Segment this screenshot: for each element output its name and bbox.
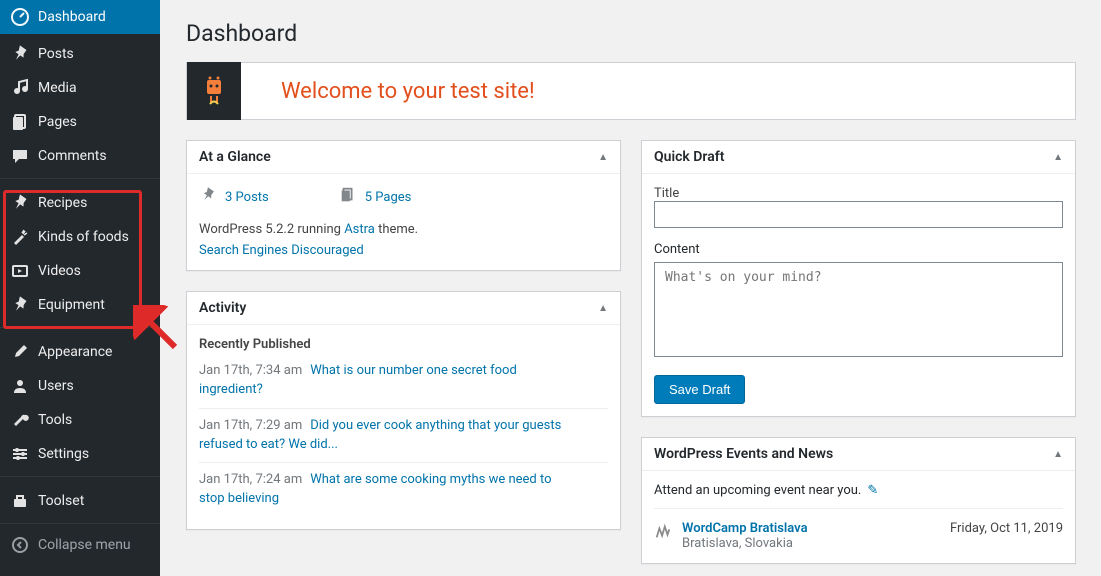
sidebar-item-label: Posts xyxy=(38,46,74,62)
widget-title: Activity xyxy=(199,300,246,316)
sidebar-item-toolset[interactable]: Toolset xyxy=(0,484,160,518)
sidebar-item-kinds-of-foods[interactable]: Kinds of foods xyxy=(0,220,160,254)
sidebar-item-label: Appearance xyxy=(38,344,112,360)
welcome-icon xyxy=(187,62,241,120)
wordcamp-icon xyxy=(654,523,672,545)
sidebar-item-comments[interactable]: Comments xyxy=(0,139,160,173)
activity-timestamp: Jan 17th, 7:34 am xyxy=(199,362,307,381)
event-date: Friday, Oct 11, 2019 xyxy=(950,521,1063,536)
sidebar-item-videos[interactable]: Videos xyxy=(0,254,160,288)
comment-icon xyxy=(10,146,30,166)
sidebar-item-label: Media xyxy=(38,80,77,96)
sidebar-item-equipment[interactable]: Equipment xyxy=(0,288,160,322)
sidebar-item-pages[interactable]: Pages xyxy=(0,105,160,139)
sidebar-item-label: Dashboard xyxy=(38,9,106,25)
sliders-icon xyxy=(10,444,30,464)
events-news-widget: WordPress Events and News ▲ Attend an up… xyxy=(641,437,1076,564)
pin-icon xyxy=(10,44,30,64)
sidebar-item-label: Pages xyxy=(38,114,77,130)
pin-icon xyxy=(199,186,217,208)
widget-title: Quick Draft xyxy=(654,149,724,165)
media-icon xyxy=(10,78,30,98)
glance-posts[interactable]: 3 Posts xyxy=(199,186,269,208)
quick-draft-title-input[interactable] xyxy=(654,201,1063,228)
sidebar-item-label: Collapse menu xyxy=(38,537,131,553)
events-attend-text: Attend an upcoming event near you. ✎ xyxy=(654,483,1063,509)
quick-draft-widget: Quick Draft ▲ Title Content Save Draft xyxy=(641,140,1076,417)
pin-icon xyxy=(10,193,30,213)
sidebar-item-users[interactable]: Users xyxy=(0,369,160,403)
widget-title: At a Glance xyxy=(199,149,271,165)
quick-draft-content-textarea[interactable] xyxy=(654,262,1063,357)
activity-subhead: Recently Published xyxy=(199,337,608,352)
dashboard-icon xyxy=(10,7,30,27)
theme-link[interactable]: Astra xyxy=(344,222,375,237)
wrench-icon xyxy=(10,410,30,430)
activity-post-link[interactable]: What are some cooking myths we need to xyxy=(310,472,551,487)
save-draft-button[interactable]: Save Draft xyxy=(654,375,745,404)
sidebar-item-label: Settings xyxy=(38,446,89,462)
widget-toggle[interactable]: ▲ xyxy=(598,303,608,314)
event-row: WordCamp Bratislava Bratislava, Slovakia… xyxy=(654,509,1063,551)
sidebar-item-label: Recipes xyxy=(38,195,87,211)
sidebar-item-media[interactable]: Media xyxy=(0,71,160,105)
sidebar-collapse[interactable]: Collapse menu xyxy=(0,528,160,562)
welcome-text: Welcome to your test site! xyxy=(281,79,535,104)
sidebar-item-posts[interactable]: Posts xyxy=(0,37,160,71)
seo-discouraged-link[interactable]: Search Engines Discouraged xyxy=(199,243,364,258)
page-title: Dashboard xyxy=(180,0,1081,62)
welcome-panel: Welcome to your test site! xyxy=(186,62,1076,120)
sidebar-item-settings[interactable]: Settings xyxy=(0,437,160,471)
activity-post-link[interactable]: What is our number one secret food xyxy=(310,363,517,378)
activity-row: Jan 17th, 7:29 am Did you ever cook anyt… xyxy=(199,408,608,463)
activity-row: Jan 17th, 7:34 am What is our number one… xyxy=(199,362,608,408)
sidebar-item-label: Toolset xyxy=(38,493,84,509)
glance-pages[interactable]: 5 Pages xyxy=(339,186,412,208)
glance-wordpress-version: WordPress 5.2.2 running Astra theme. xyxy=(199,222,608,237)
main-content: Dashboard Welcome to your test site! At … xyxy=(180,0,1081,576)
widget-toggle[interactable]: ▲ xyxy=(598,152,608,163)
collapse-icon xyxy=(10,535,30,555)
widget-title: WordPress Events and News xyxy=(654,446,833,462)
widget-toggle[interactable]: ▲ xyxy=(1053,152,1063,163)
activity-list: Jan 17th, 7:34 am What is our number one… xyxy=(199,362,608,517)
user-icon xyxy=(10,376,30,396)
at-a-glance-widget: At a Glance ▲ 3 Posts 5 Pages xyxy=(186,140,621,271)
activity-widget: Activity ▲ Recently Published Jan 17th, … xyxy=(186,291,621,530)
toolset-icon xyxy=(10,491,30,511)
video-icon xyxy=(10,261,30,281)
event-name-link[interactable]: WordCamp Bratislava xyxy=(682,521,940,536)
quick-draft-content-label: Content xyxy=(654,242,1063,257)
admin-sidebar: Dashboard Posts Media Pages Comments Rec… xyxy=(0,0,160,576)
sidebar-item-label: Tools xyxy=(38,412,72,428)
sidebar-item-recipes[interactable]: Recipes xyxy=(0,186,160,220)
sidebar-item-tools[interactable]: Tools xyxy=(0,403,160,437)
activity-post-link[interactable]: Did you ever cook anything that your gue… xyxy=(310,418,561,433)
sidebar-item-label: Users xyxy=(38,378,74,394)
sidebar-item-label: Equipment xyxy=(38,297,105,313)
pin-icon xyxy=(10,295,30,315)
sidebar-item-appearance[interactable]: Appearance xyxy=(0,335,160,369)
carrot-icon xyxy=(10,227,30,247)
sidebar-item-label: Comments xyxy=(38,148,107,164)
edit-location-icon[interactable]: ✎ xyxy=(867,483,878,498)
brush-icon xyxy=(10,342,30,362)
sidebar-item-label: Videos xyxy=(38,263,81,279)
sidebar-item-dashboard[interactable]: Dashboard xyxy=(0,0,160,34)
widget-toggle[interactable]: ▲ xyxy=(1053,449,1063,460)
event-location: Bratislava, Slovakia xyxy=(682,536,793,551)
activity-row: Jan 17th, 7:24 am What are some cooking … xyxy=(199,462,608,517)
quick-draft-title-label: Title xyxy=(654,186,679,201)
activity-timestamp: Jan 17th, 7:24 am xyxy=(199,471,307,490)
sidebar-item-label: Kinds of foods xyxy=(38,229,129,245)
page-icon xyxy=(339,186,357,208)
activity-timestamp: Jan 17th, 7:29 am xyxy=(199,417,307,436)
page-icon xyxy=(10,112,30,132)
glance-posts-link[interactable]: 3 Posts xyxy=(225,190,269,205)
glance-pages-link[interactable]: 5 Pages xyxy=(365,190,412,205)
